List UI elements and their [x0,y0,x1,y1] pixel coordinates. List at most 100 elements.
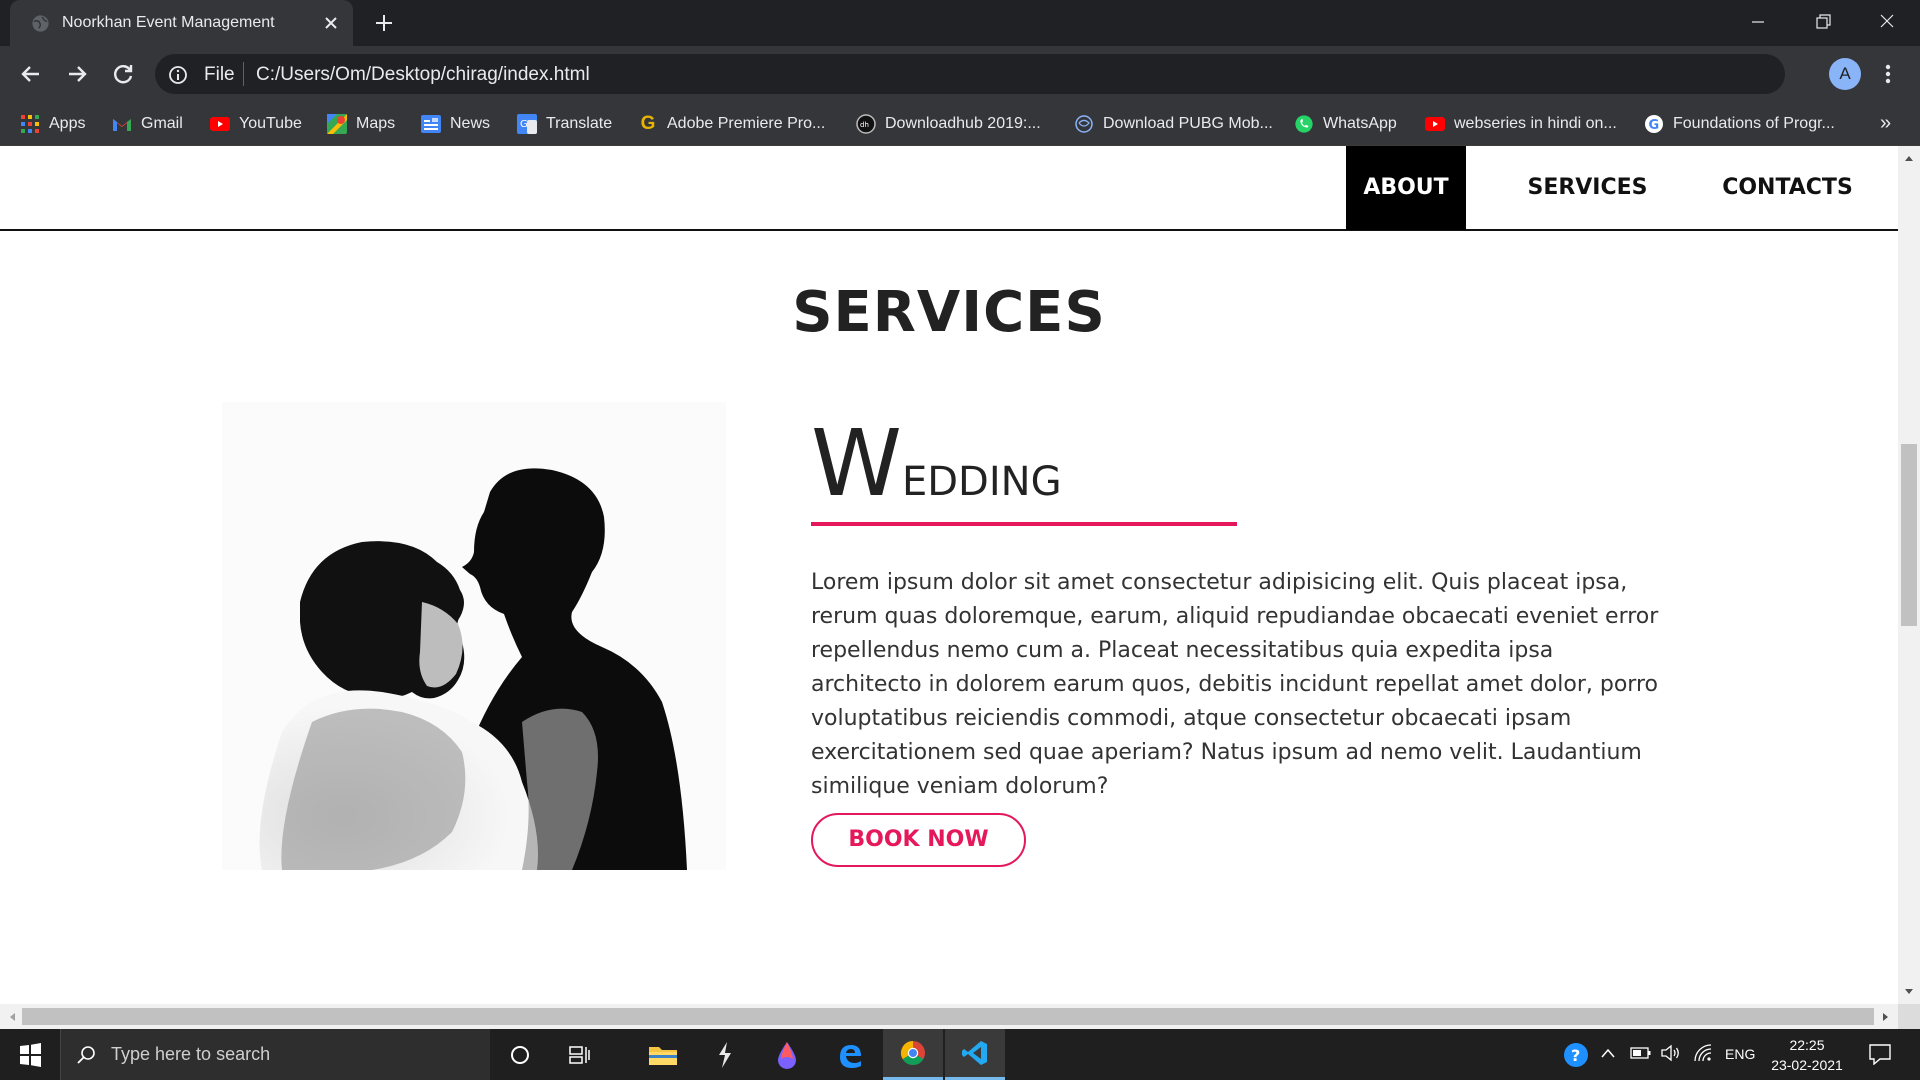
cortana-button[interactable] [490,1029,550,1080]
nav-contacts[interactable]: CONTACTS [1700,146,1875,230]
bookmark-webseries[interactable]: webseries in hindi on... [1425,102,1617,146]
tab-title: Noorkhan Event Management [62,14,275,31]
bookmark-translate[interactable]: G Translate [517,102,612,146]
bookmark-label: Foundations of Progr... [1673,115,1835,132]
taskbar-search-box[interactable]: Type here to search [60,1029,490,1080]
notification-center-icon[interactable] [1868,1043,1892,1065]
bookmark-label: Download PUBG Mob... [1103,115,1273,132]
apps-grid-icon [20,114,40,134]
reload-icon[interactable] [107,58,139,90]
scroll-up-arrow-icon[interactable] [1903,152,1915,164]
service-heading-initial: W [811,410,902,517]
url-text[interactable]: C:/Users/Om/Desktop/chirag/index.html [256,64,590,86]
heading-underline [811,522,1237,526]
scroll-down-arrow-icon[interactable] [1903,986,1915,998]
vertical-scrollbar[interactable] [1898,146,1920,1004]
svg-text:dh: dh [860,121,869,129]
site-navbar: ABOUT SERVICES CONTACTS [0,146,1898,231]
page-viewport: ABOUT SERVICES CONTACTS SERVICES WEDDING… [0,146,1920,1029]
bookmark-label: WhatsApp [1323,115,1397,132]
minimize-icon[interactable] [1738,8,1778,36]
folder-icon [649,1046,677,1065]
bookmark-label: webseries in hindi on... [1454,115,1617,132]
section-title: SERVICES [792,280,1106,345]
browser-toolbar: File C:/Users/Om/Desktop/chirag/index.ht… [0,46,1920,102]
lightning-s-icon [719,1041,731,1068]
app-s-button[interactable] [695,1029,755,1080]
svg-text:?: ? [1571,1046,1580,1065]
edge-icon [840,1044,861,1068]
vscode-button[interactable] [945,1029,1005,1080]
chrome-button[interactable] [883,1029,943,1080]
task-view-button[interactable] [550,1029,610,1080]
bookmark-gmail[interactable]: Gmail [112,102,183,146]
book-now-button[interactable]: BOOK NOW [811,813,1026,867]
bookmark-label: Gmail [141,115,183,132]
downloadhub-icon: dh [856,114,876,134]
bookmark-adobe-premiere[interactable]: G Adobe Premiere Pro... [638,102,826,146]
youtube-icon [210,114,230,134]
windows-start-icon[interactable] [0,1029,60,1080]
bookmark-youtube[interactable]: YouTube [210,102,302,146]
cortana-circle-icon [511,1045,529,1064]
nav-about[interactable]: ABOUT [1346,146,1466,230]
google-icon: G [1644,114,1664,134]
service-heading-rest: EDDING [901,459,1062,505]
bookmark-downloadhub[interactable]: dh Downloadhub 2019:... [856,102,1041,146]
forward-arrow-icon[interactable] [61,58,93,90]
kebab-menu-icon[interactable] [1880,58,1896,90]
new-tab-icon[interactable] [372,11,396,35]
bookmark-maps[interactable]: Maps [327,102,395,146]
info-icon[interactable] [168,65,188,85]
windows-taskbar: Type here to search ? ENG 22:25 23-02-20… [0,1029,1920,1080]
profile-avatar[interactable]: A [1829,58,1861,90]
bookmark-label: Apps [49,115,86,132]
bookmark-apps[interactable]: Apps [20,102,85,146]
pubg-icon [1074,114,1094,134]
youtube-icon [1425,114,1445,134]
bookmarks-overflow-chevron[interactable]: » [1880,112,1891,135]
vscode-icon [962,1041,987,1065]
horizontal-scroll-thumb[interactable] [22,1008,1874,1025]
scroll-left-arrow-icon[interactable] [6,1011,18,1023]
color-drop-icon [778,1041,796,1069]
bookmark-whatsapp[interactable]: WhatsApp [1294,102,1397,146]
bookmark-news[interactable]: News [421,102,490,146]
task-view-icon [569,1045,590,1064]
horizontal-scrollbar[interactable] [0,1004,1898,1029]
bookmark-pubg[interactable]: Download PUBG Mob... [1074,102,1273,146]
volume-icon[interactable] [1660,1043,1682,1063]
g-letter-icon: G [640,113,656,134]
bookmark-label: Adobe Premiere Pro... [667,115,826,132]
vertical-scroll-thumb[interactable] [1901,444,1917,626]
language-indicator[interactable]: ENG [1725,1046,1755,1062]
service-description: Lorem ipsum dolor sit amet consectetur a… [811,570,1659,799]
scrollbar-corner [1898,1004,1920,1029]
omnibox-divider [243,62,244,86]
back-arrow-icon[interactable] [15,58,47,90]
chrome-icon [900,1041,925,1066]
wedding-couple-image [222,402,726,870]
address-bar[interactable]: File C:/Users/Om/Desktop/chirag/index.ht… [155,54,1785,94]
edge-button[interactable] [820,1029,880,1080]
tray-chevron-up-icon[interactable] [1600,1047,1616,1059]
system-clock[interactable]: 22:25 23-02-2021 [1764,1035,1850,1075]
browser-tab[interactable]: Noorkhan Event Management [10,0,353,47]
close-tab-icon[interactable] [319,11,343,35]
close-window-icon[interactable] [1867,8,1907,36]
bookmark-foundations[interactable]: G Foundations of Progr... [1644,102,1835,146]
file-explorer-button[interactable] [633,1029,693,1080]
paint-drop-button[interactable] [757,1029,817,1080]
bookmark-label: News [450,115,491,132]
scroll-right-arrow-icon[interactable] [1880,1011,1892,1023]
news-icon [421,114,441,134]
battery-icon[interactable] [1630,1046,1652,1060]
restore-icon[interactable] [1803,8,1843,36]
wifi-icon[interactable] [1693,1043,1715,1063]
svg-text:G: G [1649,118,1660,133]
whatsapp-icon [1294,114,1314,134]
clock-date: 23-02-2021 [1771,1057,1843,1073]
nav-services[interactable]: SERVICES [1505,146,1670,230]
help-icon[interactable]: ? [1563,1042,1589,1068]
maps-icon [327,114,347,134]
